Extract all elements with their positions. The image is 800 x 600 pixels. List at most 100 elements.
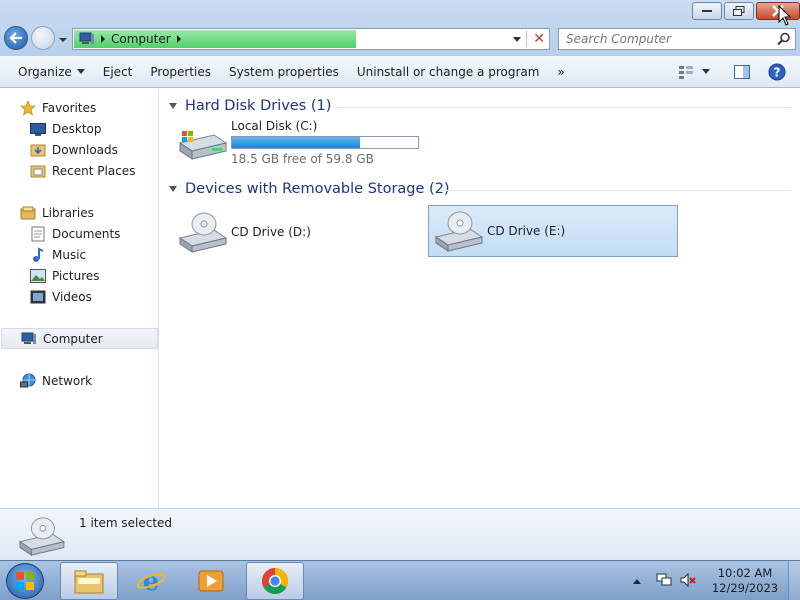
command-bar: Organize Eject Properties System propert… bbox=[0, 56, 800, 88]
drive-free-space: 18.5 GB free of 59.8 GB bbox=[231, 152, 374, 166]
organize-label: Organize bbox=[18, 64, 72, 79]
downloads-folder-icon bbox=[30, 142, 46, 158]
cd-drive-icon bbox=[178, 212, 228, 253]
taskbar-explorer[interactable] bbox=[60, 562, 118, 600]
breadcrumb-chevron-icon[interactable] bbox=[176, 35, 181, 43]
recent-pages-dropdown[interactable] bbox=[58, 34, 68, 44]
drive-local-disk-c[interactable]: Local Disk (C:) 18.5 GB free of 59.8 GB bbox=[176, 119, 419, 166]
taskbar: e 10:02 AM 12/29/2023 bbox=[0, 560, 800, 600]
address-divider bbox=[526, 31, 527, 47]
mouse-cursor-icon bbox=[778, 5, 792, 26]
nav-favorites-label: Favorites bbox=[42, 100, 97, 115]
minimize-icon bbox=[702, 10, 712, 12]
group-header-removable-storage[interactable]: Devices with Removable Storage (2) bbox=[169, 181, 450, 197]
address-bar[interactable]: Computer ✕ bbox=[72, 28, 550, 50]
search-box[interactable] bbox=[558, 28, 796, 50]
volume-muted-icon[interactable] bbox=[680, 572, 696, 591]
search-icon[interactable] bbox=[777, 32, 791, 46]
nav-music[interactable]: Music bbox=[30, 244, 86, 265]
minimize-button[interactable] bbox=[692, 2, 722, 20]
nav-libraries-label: Libraries bbox=[42, 205, 94, 220]
nav-downloads[interactable]: Downloads bbox=[30, 139, 118, 160]
system-tray: 10:02 AM 12/29/2023 bbox=[632, 561, 800, 600]
documents-icon bbox=[30, 226, 46, 242]
nav-documents-label: Documents bbox=[52, 226, 121, 241]
view-icon bbox=[679, 65, 693, 79]
windows-logo-icon bbox=[16, 572, 34, 590]
videos-icon bbox=[30, 289, 46, 305]
cd-drive-icon bbox=[434, 211, 484, 252]
nav-desktop[interactable]: Desktop bbox=[30, 118, 102, 139]
breadcrumb-computer[interactable]: Computer bbox=[111, 32, 171, 46]
music-note-icon bbox=[30, 246, 46, 263]
show-desktop-button[interactable] bbox=[788, 561, 800, 600]
star-icon bbox=[20, 99, 36, 116]
show-hidden-icons-icon[interactable] bbox=[632, 574, 642, 588]
view-options-dropdown[interactable] bbox=[700, 56, 720, 87]
chevron-down-icon bbox=[702, 69, 710, 74]
nav-pictures-label: Pictures bbox=[52, 268, 100, 283]
drive-usage-bar bbox=[231, 136, 419, 149]
drive-cd-d[interactable]: CD Drive (D:) bbox=[176, 207, 425, 257]
organize-button[interactable]: Organize bbox=[0, 56, 94, 87]
collapse-triangle-icon[interactable] bbox=[169, 103, 177, 109]
eject-button[interactable]: Eject bbox=[94, 56, 142, 87]
group-divider bbox=[336, 107, 792, 108]
details-pane: 1 item selected bbox=[0, 508, 800, 560]
help-button[interactable]: ? bbox=[764, 56, 800, 87]
arrow-left-icon bbox=[9, 32, 22, 44]
back-button[interactable] bbox=[4, 26, 28, 50]
folder-icon bbox=[74, 570, 104, 594]
computer-icon bbox=[21, 331, 37, 347]
nav-pictures[interactable]: Pictures bbox=[30, 265, 100, 286]
network-status-icon[interactable] bbox=[656, 572, 672, 591]
help-icon: ? bbox=[768, 63, 786, 80]
nav-documents[interactable]: Documents bbox=[30, 223, 120, 244]
system-properties-button[interactable]: System properties bbox=[220, 56, 348, 87]
drive-name: CD Drive (D:) bbox=[231, 225, 311, 239]
nav-recent-places[interactable]: Recent Places bbox=[30, 160, 135, 181]
nav-desktop-label: Desktop bbox=[52, 121, 102, 136]
drive-cd-e[interactable]: CD Drive (E:) bbox=[428, 205, 678, 257]
media-player-icon bbox=[198, 570, 224, 592]
change-view-button[interactable] bbox=[672, 56, 700, 87]
nav-favorites[interactable]: Favorites bbox=[20, 97, 96, 118]
restore-button[interactable] bbox=[724, 2, 754, 20]
clock[interactable]: 10:02 AM 12/29/2023 bbox=[708, 566, 782, 596]
internet-explorer-icon: e bbox=[136, 567, 166, 596]
start-button[interactable] bbox=[6, 563, 44, 599]
nav-libraries[interactable]: Libraries bbox=[20, 202, 94, 223]
chrome-icon bbox=[261, 567, 289, 595]
drive-name: Local Disk (C:) bbox=[231, 119, 318, 133]
nav-network[interactable]: Network bbox=[20, 370, 92, 391]
nav-videos-label: Videos bbox=[52, 289, 92, 304]
taskbar-media-player[interactable] bbox=[182, 562, 240, 600]
stop-icon[interactable]: ✕ bbox=[533, 31, 545, 47]
selection-status: 1 item selected bbox=[79, 516, 173, 530]
preview-pane-button[interactable] bbox=[720, 56, 764, 87]
group-divider bbox=[440, 190, 792, 191]
pictures-icon bbox=[30, 268, 46, 284]
cd-drive-icon bbox=[18, 517, 66, 556]
properties-button[interactable]: Properties bbox=[141, 56, 220, 87]
search-input[interactable] bbox=[566, 32, 766, 46]
forward-button[interactable] bbox=[31, 26, 55, 50]
nav-recent-places-label: Recent Places bbox=[52, 163, 136, 178]
address-history-dropdown[interactable] bbox=[513, 37, 521, 42]
uninstall-program-button[interactable]: Uninstall or change a program bbox=[348, 56, 549, 87]
taskbar-internet-explorer[interactable]: e bbox=[122, 562, 180, 600]
group-header-hard-disk-drives[interactable]: Hard Disk Drives (1) bbox=[169, 98, 331, 114]
taskbar-chrome[interactable] bbox=[246, 562, 304, 600]
drive-name: CD Drive (E:) bbox=[487, 224, 566, 238]
network-icon bbox=[20, 373, 36, 389]
chevron-down-icon bbox=[76, 69, 85, 74]
collapse-triangle-icon[interactable] bbox=[169, 186, 177, 192]
libraries-icon bbox=[20, 205, 36, 221]
nav-network-label: Network bbox=[42, 373, 93, 388]
content-pane: Hard Disk Drives (1) Local Disk (C:) 18.… bbox=[160, 89, 800, 508]
desktop-icon bbox=[30, 121, 46, 137]
more-commands-button[interactable]: » bbox=[548, 56, 573, 87]
nav-computer[interactable]: Computer bbox=[1, 328, 158, 349]
nav-videos[interactable]: Videos bbox=[30, 286, 92, 307]
hard-drive-icon bbox=[178, 130, 228, 160]
